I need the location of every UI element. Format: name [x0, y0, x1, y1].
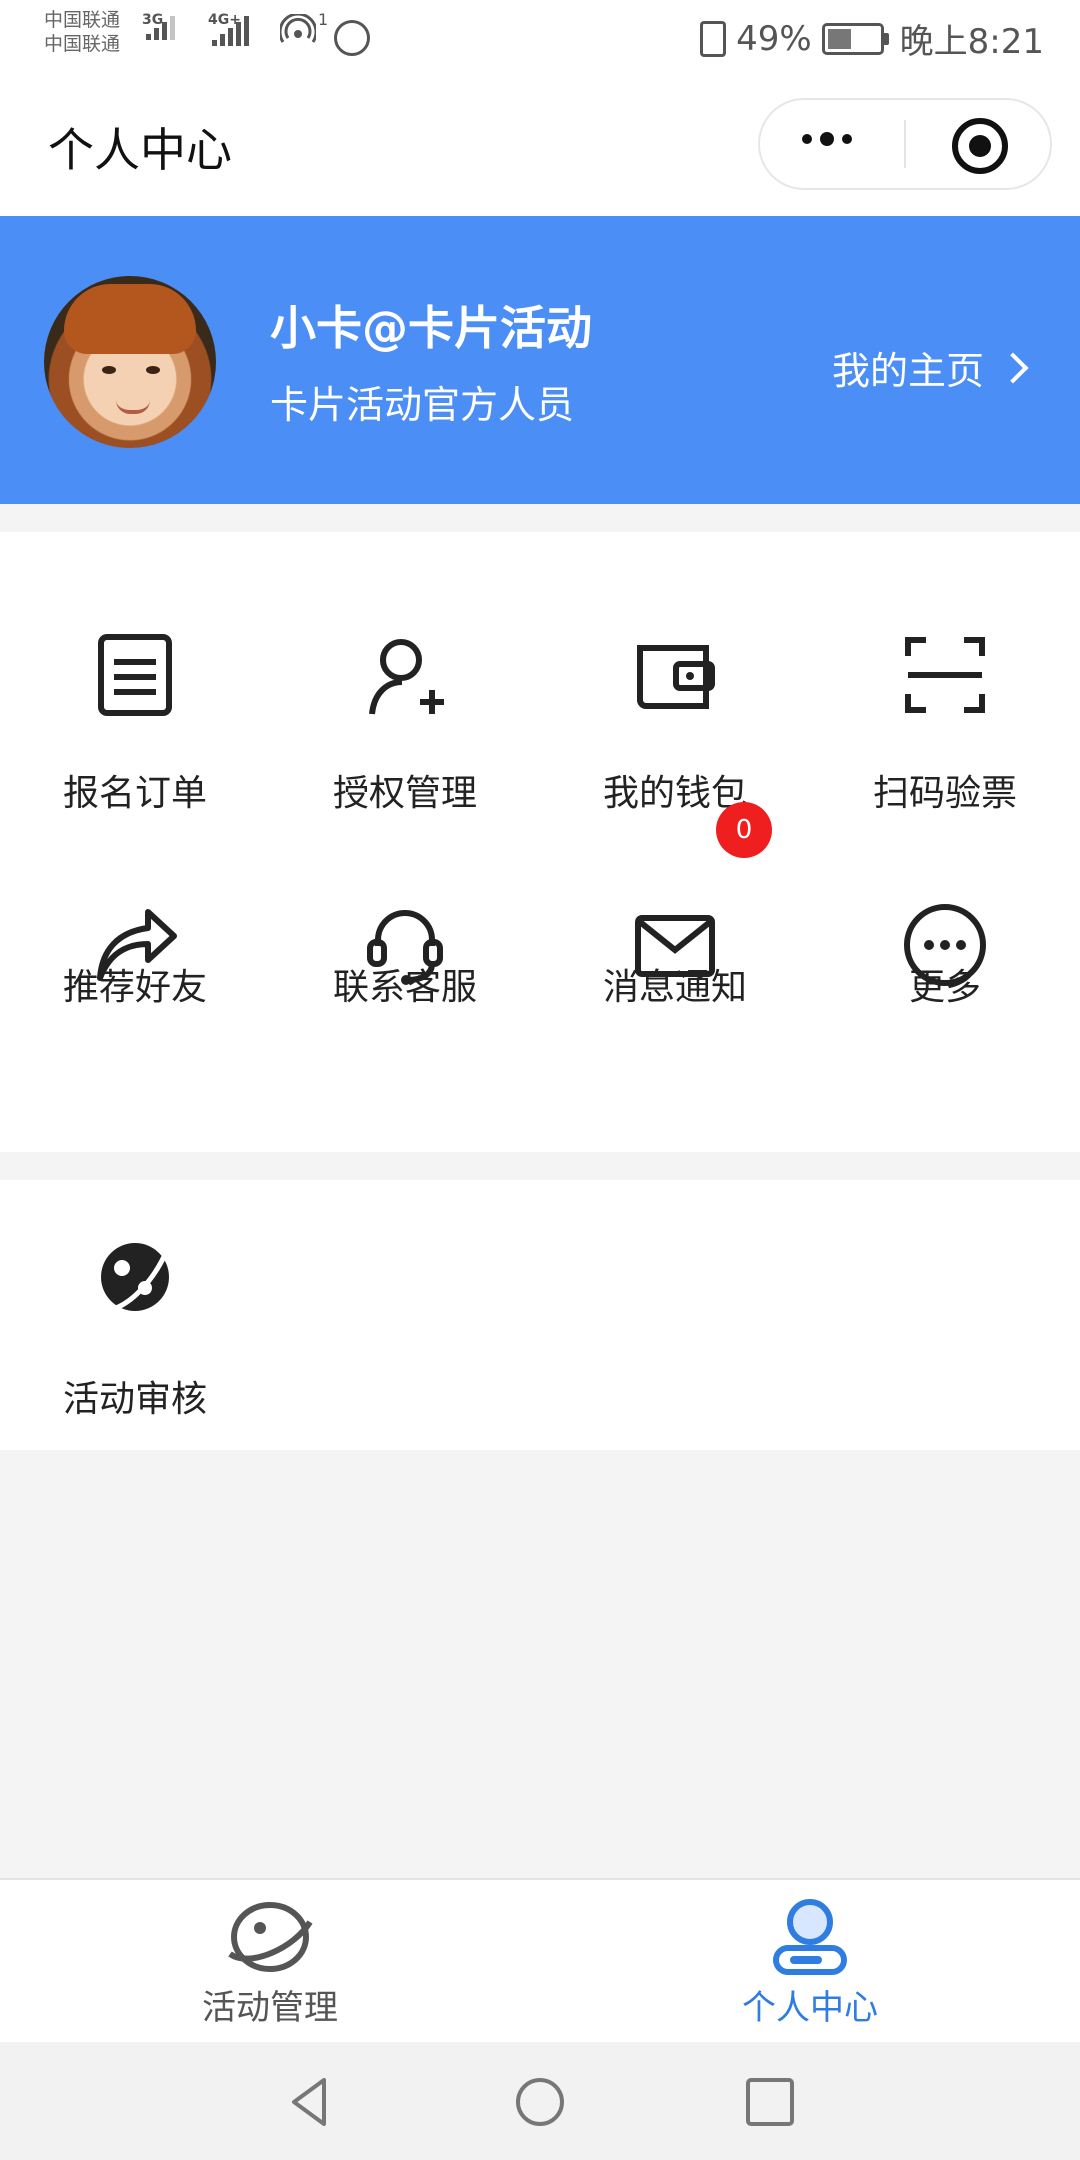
sync-icon: [334, 20, 370, 56]
grid-item-registration-orders[interactable]: 报名订单: [0, 532, 270, 814]
grid-item-more[interactable]: 更多: [810, 802, 1080, 1032]
grid-item-contact-support[interactable]: 联系客服: [270, 802, 540, 1032]
signal-3g-icon: 3G: [142, 12, 175, 40]
profile-name: 小卡@卡片活动: [270, 301, 592, 355]
grid-item-scan-ticket[interactable]: 扫码验票: [810, 532, 1080, 814]
grid-item-label: 消息通知: [602, 967, 747, 1008]
vibrate-icon: [700, 20, 727, 57]
grid-item-label: 联系客服: [332, 967, 477, 1008]
function-grid: 报名订单 授权管理 我的钱包 扫码验票 推荐好友 联系客服 0 消息通知 更多: [0, 532, 1080, 1152]
miniapp-capsule: [758, 98, 1052, 190]
status-right: 49% 晚上8:21: [700, 14, 1044, 63]
time: 晚上8:21: [899, 22, 1044, 62]
recent-apps-icon[interactable]: [740, 2072, 800, 2132]
scan-icon: [902, 632, 988, 718]
extra-grid: 活动审核: [0, 1180, 1080, 1450]
carrier-info: 中国联通 中国联通: [44, 8, 120, 56]
chevron-right-icon: [997, 351, 1029, 384]
grid-item-my-wallet[interactable]: 我的钱包: [540, 532, 810, 814]
grid-item-recommend-friends[interactable]: 推荐好友: [0, 802, 270, 1032]
close-miniapp-button[interactable]: [952, 118, 1008, 174]
grid-item-message-notification[interactable]: 0 消息通知: [540, 802, 810, 1032]
back-icon[interactable]: [280, 2072, 340, 2132]
home-icon[interactable]: [510, 2072, 570, 2132]
grid-item-label: 更多: [908, 967, 981, 1008]
grid-item-authorization-management[interactable]: 授权管理: [270, 532, 540, 814]
battery-icon: [821, 22, 889, 55]
hotspot-count: 1: [318, 10, 329, 29]
planet-icon: [228, 1902, 313, 1972]
tab-label: 活动管理: [202, 1988, 338, 2028]
status-bar: 中国联通 中国联通 3G 4G+ 1 49% 晚上8:21: [0, 0, 1080, 72]
grid-item-label: 推荐好友: [62, 967, 207, 1008]
planet-review-icon: [92, 1234, 178, 1320]
signal-4g-icon: 4G+: [208, 12, 249, 46]
profile-banner: 小卡@卡片活动 卡片活动官方人员 我的主页: [0, 216, 1080, 504]
more-menu-button[interactable]: [802, 132, 852, 146]
order-icon: [92, 632, 178, 718]
tab-label: 个人中心: [742, 1988, 878, 2028]
hotspot-icon: [278, 12, 318, 50]
battery-percent: 49%: [736, 18, 812, 59]
user-icon: [773, 1899, 847, 1975]
carrier-2: 中国联通: [44, 33, 121, 55]
profile-subtitle: 卡片活动官方人员: [270, 383, 575, 427]
grid-item-activity-review[interactable]: 活动审核: [0, 1180, 270, 1420]
bottom-tab-bar: 活动管理 个人中心: [0, 1878, 1080, 2044]
my-homepage-label: 我的主页: [831, 349, 984, 393]
tab-activity-management[interactable]: 活动管理: [0, 1880, 540, 2044]
my-homepage-link[interactable]: 我的主页: [831, 340, 1029, 395]
avatar[interactable]: [44, 276, 216, 448]
carrier-1: 中国联通: [44, 9, 121, 31]
notification-badge: 0: [716, 802, 772, 858]
capsule-divider: [904, 120, 906, 168]
system-navigation-bar: [0, 2042, 1080, 2160]
wallet-icon: [632, 632, 718, 718]
nav-bar: 个人中心: [0, 72, 1080, 216]
user-add-icon: [362, 632, 448, 718]
page-title: 个人中心: [48, 123, 232, 177]
tab-personal-center[interactable]: 个人中心: [540, 1880, 1080, 2044]
grid-item-label: 活动审核: [62, 1379, 207, 1420]
